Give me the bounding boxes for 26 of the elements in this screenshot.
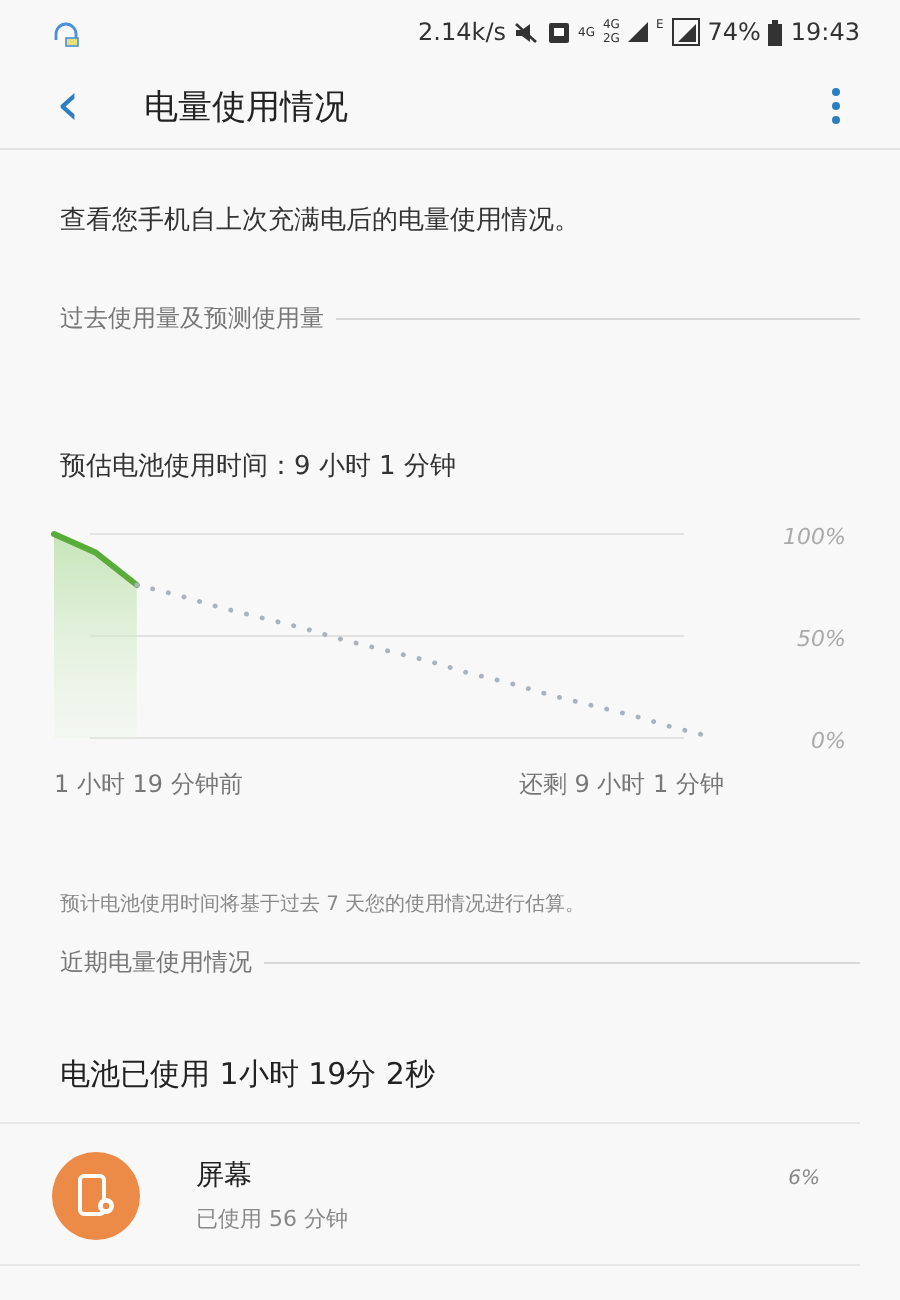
usage-item[interactable]: 屏幕 已使用 56 分钟 6% xyxy=(0,1124,860,1266)
battery-percent: 74% xyxy=(707,18,761,46)
signal-icon xyxy=(627,22,648,42)
network-speed: 2.14k/s xyxy=(418,18,506,46)
section-header: 近期电量使用情况 xyxy=(60,946,252,980)
item-usage: 已使用 56 分钟 xyxy=(196,1204,350,1234)
axis-label: 0% xyxy=(811,728,846,752)
back-button[interactable]: ‹ xyxy=(40,76,96,136)
usage-line xyxy=(51,531,140,588)
note-text: 预计电池使用时间将基于过去 7 天您的使用情况进行估算。 xyxy=(58,891,588,918)
axis-label: 100% xyxy=(783,524,846,550)
item-percent: 6% xyxy=(788,1168,820,1190)
axis-label: 1 小时 19 分钟前 xyxy=(54,768,243,802)
section-header: 过去使用量及预测使用量 xyxy=(60,302,324,336)
axis-label: 50% xyxy=(797,626,846,652)
estimate-text: 预估电池使用时间：9 小时 1 分钟 xyxy=(58,450,458,484)
description: 查看您手机自上次充满电后的电量使用情况。 xyxy=(58,204,582,238)
battery-icon xyxy=(768,19,783,45)
signal-icon xyxy=(671,18,700,46)
page-title: 电量使用情况 xyxy=(144,85,350,129)
usage-total: 电池已使用 1小时 19分 2秒 xyxy=(0,980,860,1124)
axis-label: 还剩 9 小时 1 分钟 xyxy=(518,768,724,802)
mute-icon xyxy=(514,21,540,43)
clock: 19:43 xyxy=(790,18,860,46)
item-name: 屏幕 xyxy=(196,1158,254,1194)
more-options-icon[interactable] xyxy=(832,88,840,124)
